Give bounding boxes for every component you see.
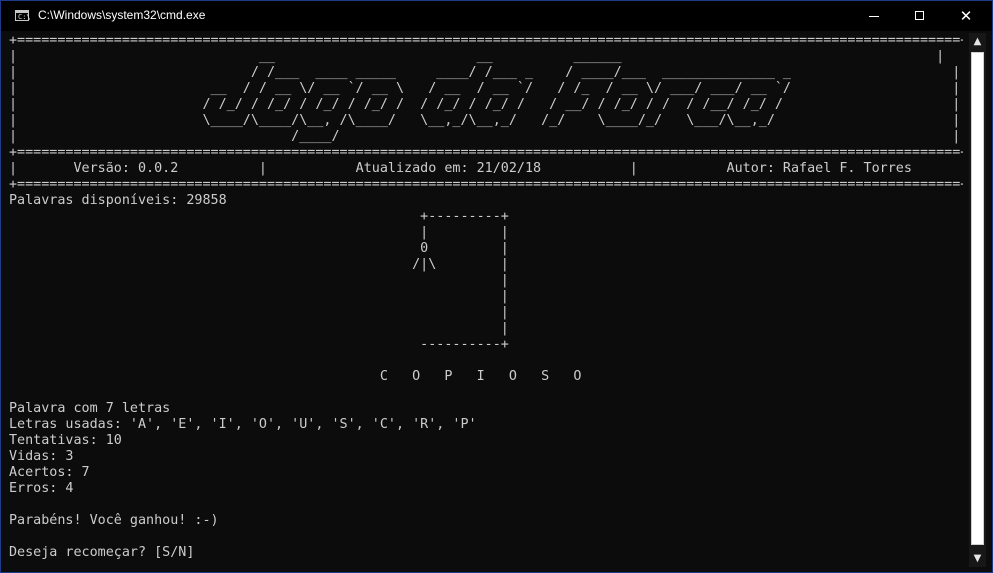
close-icon: ✕ <box>959 7 973 25</box>
minimize-icon <box>869 16 879 17</box>
console-line: +=======================================… <box>9 33 963 48</box>
console-line: | <box>9 289 509 304</box>
maximize-button[interactable] <box>897 1 943 31</box>
console-line: Tentativas: 10 <box>9 433 122 448</box>
close-button[interactable]: ✕ <box>943 1 989 31</box>
console-line: ----------+ <box>9 337 509 352</box>
console-line: +---------+ <box>9 209 509 224</box>
window-title: C:\Windows\system32\cmd.exe <box>38 8 206 22</box>
console-line: | <box>9 305 509 320</box>
console-line: Deseja recomeçar? [S/N] <box>9 545 195 560</box>
console-line: | <box>9 321 509 336</box>
console-line: Letras usadas: 'A', 'E', 'I', 'O', 'U', … <box>9 417 477 432</box>
console-output[interactable]: +=======================================… <box>9 33 963 571</box>
console-line: /|\ | <box>9 257 509 272</box>
console-icon[interactable]: C:\ <box>15 10 31 21</box>
console-line: | \____/\____/\__, /\____/ \__,_/\__,_/ … <box>9 113 961 128</box>
console-line: Vidas: 3 <box>9 449 74 464</box>
scroll-up-arrow-icon[interactable]: ▲ <box>969 33 986 50</box>
maximize-icon <box>915 11 924 20</box>
console-line: Palavra com 7 letras <box>9 401 171 416</box>
console-line: | | <box>9 225 509 240</box>
console-line: | / /_/ / /_/ / /_/ / /_/ / / /_/ / /_/ … <box>9 97 961 112</box>
minimize-button[interactable] <box>851 1 897 31</box>
console-line: Acertos: 7 <box>9 465 90 480</box>
console-line: | /____/ | <box>9 129 961 144</box>
scroll-down-arrow-icon[interactable]: ▼ <box>969 550 986 567</box>
console-line: 0 | <box>9 241 509 256</box>
console-line: | __ / / __ \/ __ `/ __ \ / __ / __ `/ /… <box>9 81 961 96</box>
console-line: +=======================================… <box>9 145 963 160</box>
console-line: Parabéns! Você ganhou! :-) <box>9 513 219 528</box>
console-line: Erros: 4 <box>9 481 74 496</box>
cmd-window: C:\ C:\Windows\system32\cmd.exe ✕ +=====… <box>0 0 993 573</box>
console-line: C O P I O S O <box>9 369 582 384</box>
console-line: +=======================================… <box>9 177 963 192</box>
console-line: Palavras disponíveis: 29858 <box>9 193 227 208</box>
console-text: +=======================================… <box>9 33 963 561</box>
vertical-scrollbar[interactable]: ▲ ▼ <box>969 33 986 567</box>
title-bar[interactable]: C:\ C:\Windows\system32\cmd.exe ✕ <box>1 1 992 31</box>
console-icon-label: C:\ <box>18 13 31 21</box>
console-line: | / /___ ____ _____ ____/ /___ _ / ____/… <box>9 65 961 80</box>
console-line: | Versão: 0.0.2 | Atualizado em: 21/02/1… <box>9 161 963 176</box>
scrollbar-thumb[interactable] <box>971 52 984 545</box>
console-line: | __ __ ______ | <box>9 49 945 64</box>
console-line: | <box>9 273 509 288</box>
